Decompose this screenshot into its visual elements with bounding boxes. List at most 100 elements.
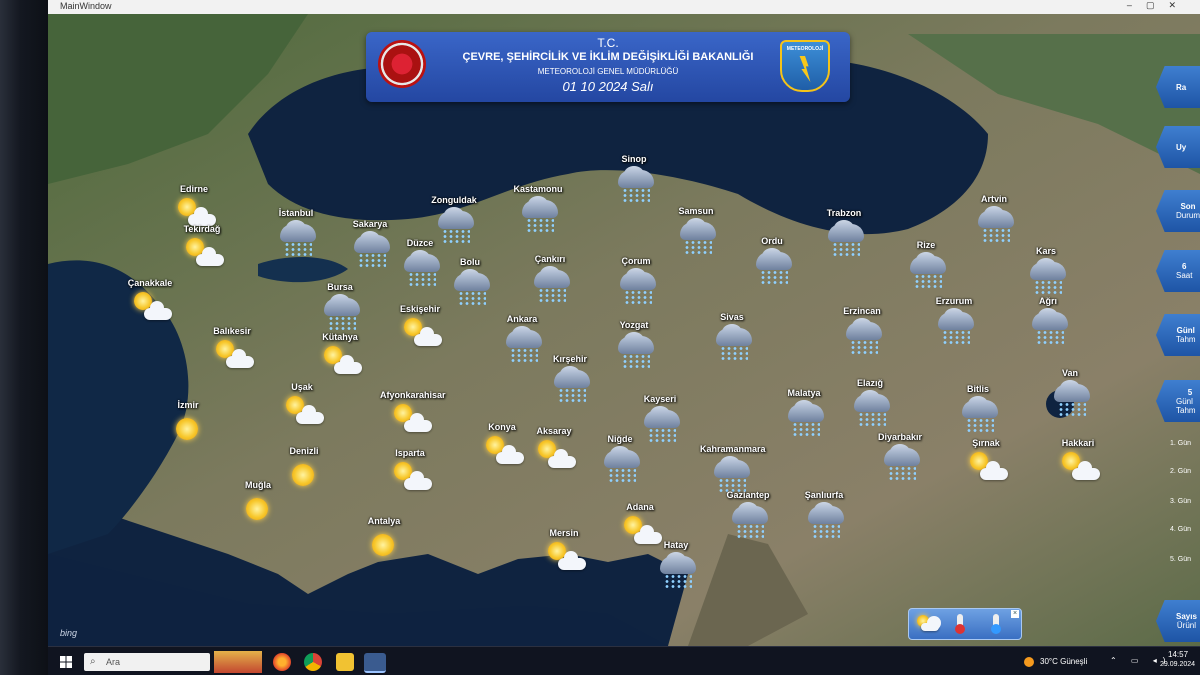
weather-map[interactable]: Edirne Tekirdağ İstanbul Çanakkale Sakarya Zo… <box>48 14 1200 646</box>
meteoroloji-logo: METEOROLOJİ <box>780 40 830 92</box>
city-name: Ordu <box>761 236 783 246</box>
rain-cloud-icon <box>806 502 846 544</box>
city-name: Zonguldak <box>431 195 477 205</box>
city-marker[interactable]: Van <box>1040 368 1100 428</box>
city-name: İzmir <box>177 400 199 410</box>
firefox-icon[interactable] <box>273 653 291 671</box>
day-item[interactable]: 1. Gün <box>1170 440 1191 447</box>
city-marker[interactable]: Hakkari <box>1048 438 1108 498</box>
sidebar-button-label: Sayıs <box>1176 612 1197 621</box>
city-name: Ağrı <box>1039 296 1057 306</box>
city-marker[interactable]: Balıkesir <box>202 326 262 386</box>
city-marker[interactable]: Trabzon <box>814 208 874 268</box>
file-explorer-icon[interactable] <box>336 653 354 671</box>
close-icon[interactable]: × <box>1011 610 1019 618</box>
rain-cloud-icon <box>1030 308 1070 350</box>
city-marker[interactable]: Sinop <box>604 154 664 214</box>
chrome-icon[interactable] <box>304 653 322 671</box>
sidebar-button-sublabel: Tahm <box>1176 335 1196 344</box>
city-marker[interactable]: Şanlıurfa <box>794 490 854 550</box>
day-item[interactable]: 2. Gün <box>1170 468 1191 475</box>
taskbar-search[interactable]: ⌕ Ara <box>84 653 210 671</box>
city-marker[interactable]: Ordu <box>742 236 802 296</box>
city-marker[interactable]: Erzurum <box>924 296 984 356</box>
sidebar-button-label: Ra <box>1176 82 1187 92</box>
windows-start-icon[interactable] <box>60 656 72 668</box>
taskbar-time[interactable]: 14:57 <box>1168 650 1188 659</box>
sidebar-button[interactable]: Ra <box>1156 66 1200 108</box>
city-marker[interactable]: Malatya <box>774 388 834 448</box>
partly-cloudy-icon <box>390 458 432 502</box>
taskbar: ⌕ Ara 30°C Güneşli ⌃ ▭ ◂) 14:57 29.09.20… <box>48 646 1200 675</box>
city-marker[interactable]: Rize <box>896 240 956 300</box>
city-name: Samsun <box>678 206 714 216</box>
app-window-icon[interactable] <box>364 653 386 673</box>
city-marker[interactable]: Eskişehir <box>390 304 450 364</box>
sidebar-button-label: Günl <box>1176 326 1195 335</box>
city-marker[interactable]: Muğla <box>228 480 288 540</box>
city-marker[interactable]: Isparta <box>380 448 440 508</box>
city-marker[interactable]: Antalya <box>354 516 414 576</box>
city-name: Edirne <box>179 184 208 194</box>
city-marker[interactable]: Uşak <box>272 382 332 442</box>
day-item[interactable]: 5. Gün <box>1170 556 1191 563</box>
city-name: Kars <box>1035 246 1056 256</box>
city-marker[interactable]: Gaziantep <box>718 490 778 550</box>
city-name: Van <box>1061 368 1078 378</box>
city-marker[interactable]: Çanakkale <box>120 278 180 338</box>
taskbar-weather[interactable]: 30°C Güneşli <box>1040 657 1087 666</box>
city-marker[interactable]: Mersin <box>534 528 594 588</box>
day-item[interactable]: 4. Gün <box>1170 526 1191 533</box>
search-highlight-thumbnail[interactable] <box>214 651 262 673</box>
city-name: Çankırı <box>534 254 566 264</box>
rain-cloud-icon <box>754 248 794 290</box>
city-marker[interactable]: Hatay <box>646 540 706 600</box>
sidebar-button-sublabel: Günl Tahm <box>1176 396 1196 415</box>
sidebar-button-sublabel: Ürünl <box>1176 621 1197 630</box>
taskbar-date[interactable]: 29.09.2024 <box>1160 661 1195 668</box>
city-marker[interactable]: Bitlis <box>948 384 1008 444</box>
weather-layer-icon[interactable] <box>913 611 941 637</box>
city-marker[interactable]: Çankırı <box>520 254 580 314</box>
partly-cloudy-icon <box>130 288 172 332</box>
city-marker[interactable]: Elazığ <box>840 378 900 438</box>
city-marker[interactable]: Sivas <box>702 312 762 372</box>
sidebar-button-label: Son <box>1180 202 1196 211</box>
city-marker[interactable]: Niğde <box>590 434 650 494</box>
city-marker[interactable]: Kırşehir <box>540 354 600 414</box>
city-marker[interactable]: Konya <box>472 422 532 482</box>
rain-cloud-icon <box>352 231 392 273</box>
minimize-button[interactable]: – <box>1127 0 1146 10</box>
close-button[interactable]: ✕ <box>1168 0 1190 10</box>
sidebar-button[interactable]: 5 Günl Tahm <box>1156 380 1200 422</box>
city-marker[interactable]: Tekirdağ <box>172 224 232 284</box>
city-name: Çanakkale <box>127 278 173 288</box>
city-marker[interactable]: Çorum <box>606 256 666 316</box>
sidebar-button[interactable]: Günl Tahm <box>1156 314 1200 356</box>
thermometer-blue-icon[interactable] <box>991 614 1001 634</box>
thermometer-red-icon[interactable] <box>955 614 965 634</box>
city-marker[interactable]: İstanbul <box>266 208 326 268</box>
city-marker[interactable]: İzmir <box>158 400 218 460</box>
city-marker[interactable]: Ağrı <box>1018 296 1078 356</box>
city-marker[interactable]: Diyarbakır <box>870 432 930 492</box>
rain-cloud-icon <box>618 268 658 310</box>
partly-cloudy-icon <box>544 538 586 582</box>
city-marker[interactable]: Artvin <box>964 194 1024 254</box>
partly-cloudy-icon <box>212 336 254 380</box>
city-marker[interactable]: Yozgat <box>604 320 664 380</box>
sidebar-button[interactable]: 6 Saat <box>1156 250 1200 292</box>
city-name: Uşak <box>291 382 313 392</box>
maximize-button[interactable]: ▢ <box>1146 0 1169 10</box>
day-item[interactable]: 3. Gün <box>1170 498 1191 505</box>
city-marker[interactable]: Şırnak <box>956 438 1016 498</box>
city-marker[interactable]: Aksaray <box>524 426 584 486</box>
sidebar-button[interactable]: Uy <box>1156 126 1200 168</box>
city-marker[interactable]: Kastamonu <box>508 184 568 244</box>
city-marker[interactable]: Afyonkarahisar <box>380 390 446 450</box>
sidebar-button[interactable]: Sayıs Ürünl <box>1156 600 1200 642</box>
city-marker[interactable]: Samsun <box>666 206 726 266</box>
city-name: Bolu <box>460 257 480 267</box>
city-marker[interactable]: Erzincan <box>832 306 892 366</box>
sidebar-button[interactable]: Son Durum <box>1156 190 1200 232</box>
